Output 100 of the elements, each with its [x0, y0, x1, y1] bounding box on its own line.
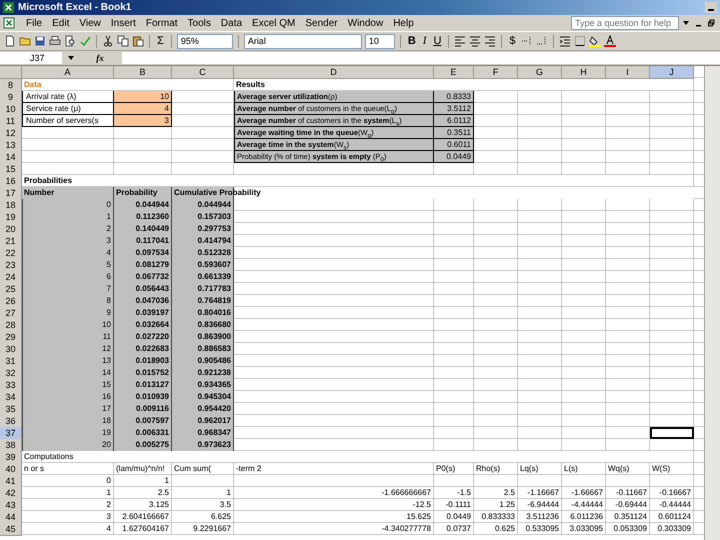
row-header[interactable]: 37 [0, 427, 22, 440]
row-header[interactable]: 14 [0, 151, 22, 164]
fill-color-icon[interactable] [588, 35, 601, 47]
row-header[interactable]: 32 [0, 367, 22, 380]
row-header[interactable]: 17 [0, 187, 22, 200]
bold-button[interactable]: B [406, 34, 418, 48]
row-header[interactable]: 29 [0, 331, 22, 344]
font-size-dropdown[interactable]: 10 [364, 34, 395, 48]
minimize-icon[interactable] [705, 2, 717, 13]
cut-icon[interactable] [102, 35, 114, 47]
insert-function-button[interactable]: fx [80, 53, 120, 63]
row-header[interactable]: 35 [0, 403, 22, 416]
row-header[interactable]: 21 [0, 235, 22, 248]
column-header[interactable]: A [22, 66, 114, 79]
column-header[interactable]: J [650, 66, 694, 79]
row-header[interactable]: 27 [0, 307, 22, 320]
currency-button[interactable]: $ [507, 34, 518, 48]
row-header[interactable]: 15 [0, 163, 22, 176]
formula-input-field[interactable] [122, 52, 720, 64]
save-icon[interactable] [34, 35, 46, 47]
menu-item[interactable]: Tools [182, 18, 216, 28]
dropdown-arrow-icon[interactable] [682, 19, 690, 27]
row-header[interactable]: 42 [0, 487, 22, 500]
row-header[interactable]: 8 [0, 79, 22, 92]
row-header[interactable]: 30 [0, 343, 22, 356]
row-header[interactable]: 44 [0, 511, 22, 524]
column-header[interactable]: H [562, 66, 606, 79]
align-right-icon[interactable] [484, 35, 496, 47]
row-header[interactable]: 13 [0, 139, 22, 152]
selected-cell[interactable] [650, 427, 694, 439]
row-header[interactable]: 24 [0, 271, 22, 284]
row-header[interactable]: 9 [0, 91, 22, 104]
font-color-icon[interactable] [604, 35, 616, 47]
spelling-check-icon[interactable] [79, 35, 91, 47]
paste-icon[interactable] [132, 35, 144, 47]
column-header[interactable]: E [434, 66, 474, 79]
align-left-icon[interactable] [454, 35, 466, 47]
row-header[interactable]: 39 [0, 451, 22, 464]
new-document-icon[interactable] [4, 35, 16, 47]
column-header[interactable]: D [234, 66, 434, 79]
folder-icon[interactable] [19, 35, 31, 47]
print-icon[interactable] [49, 35, 61, 47]
column-header[interactable]: I [606, 66, 650, 79]
zoom-dropdown[interactable]: 95% [176, 34, 233, 48]
align-center-icon[interactable] [469, 35, 482, 47]
italic-button[interactable]: I [420, 34, 428, 48]
table-cell-text: 1.627604167 [121, 523, 170, 534]
column-header[interactable]: G [518, 66, 562, 79]
name-box[interactable]: J37 [0, 52, 62, 64]
row-header[interactable]: 23 [0, 259, 22, 272]
menu-item[interactable]: Help [388, 18, 419, 28]
borders-icon[interactable] [574, 35, 586, 47]
row-header[interactable]: 19 [0, 211, 22, 224]
row-header[interactable]: 45 [0, 523, 22, 536]
table-cell: 0.027220 [114, 331, 172, 343]
row-header[interactable]: 40 [0, 463, 22, 476]
row-header[interactable]: 41 [0, 475, 22, 488]
row-header[interactable]: 33 [0, 379, 22, 392]
row-header[interactable]: 18 [0, 199, 22, 212]
font-dropdown[interactable]: Arial [244, 34, 362, 48]
menu-item[interactable]: Window [342, 18, 388, 28]
row-header[interactable]: 25 [0, 283, 22, 296]
menu-item[interactable]: Sender [300, 18, 343, 28]
menu-item[interactable]: Edit [47, 18, 74, 28]
row-header[interactable]: 22 [0, 247, 22, 260]
row-header[interactable]: 38 [0, 439, 22, 452]
row-header[interactable]: 36 [0, 415, 22, 428]
vertical-scrollbar[interactable] [704, 66, 720, 540]
column-header[interactable]: C [172, 66, 234, 79]
row-header[interactable]: 12 [0, 127, 22, 140]
table-cell: 0.032664 [114, 319, 172, 331]
row-header[interactable]: 20 [0, 223, 22, 236]
row-header[interactable]: 11 [0, 115, 22, 128]
column-header[interactable]: F [474, 66, 518, 79]
row-header[interactable]: 34 [0, 391, 22, 404]
row-header[interactable]: 16 [0, 175, 22, 188]
menu-item[interactable]: Data [216, 18, 248, 28]
copy-icon[interactable] [117, 35, 129, 47]
row-header[interactable]: 26 [0, 295, 22, 308]
underline-button[interactable]: U [431, 34, 444, 48]
row-header[interactable]: 31 [0, 355, 22, 368]
row-header[interactable]: 43 [0, 499, 22, 512]
row-header[interactable]: 10 [0, 103, 22, 116]
row-header[interactable]: 28 [0, 319, 22, 332]
menu-item[interactable]: Excel QM [247, 18, 300, 28]
column-header[interactable]: B [114, 66, 172, 79]
autosum-button[interactable]: Σ [155, 34, 166, 48]
decrease-decimal-icon[interactable] [536, 35, 548, 47]
restore-icon[interactable] [707, 19, 715, 27]
menu-item[interactable]: Insert [106, 18, 141, 28]
menu-item[interactable]: File [21, 18, 48, 28]
print-preview-icon[interactable] [64, 35, 76, 47]
dropdown-arrow-icon[interactable] [67, 54, 75, 62]
table-cell: 13 [22, 355, 114, 367]
help-search-field[interactable]: Type a question for help [571, 16, 679, 30]
increase-decimal-icon[interactable] [520, 35, 533, 47]
table-cell-text: 6.625 [210, 511, 232, 522]
menu-item[interactable]: Format [140, 18, 183, 28]
indent-icon[interactable] [558, 35, 571, 47]
menu-item[interactable]: View [74, 18, 106, 28]
